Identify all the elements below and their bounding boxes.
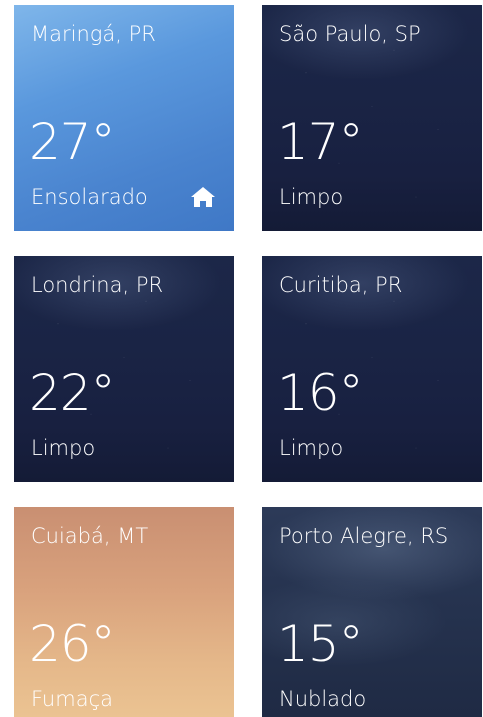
tile-temperature: 16° [277,364,364,422]
tile-temperature: 15° [277,615,364,673]
weather-tile-londrina[interactable]: Londrina, PR 22° Limpo [14,256,234,482]
tile-condition: Nublado [279,687,367,711]
tile-city-name: Cuiabá, MT [31,524,149,548]
tile-temperature: 26° [29,615,116,673]
home-icon [191,187,215,207]
tile-city-name: Porto Alegre, RS [279,524,449,548]
tile-condition: Limpo [279,436,344,460]
tile-city-name: Londrina, PR [31,273,164,297]
tile-temperature: 27° [29,113,116,171]
tile-condition: Ensolarado [31,185,148,209]
tile-city-name: Maringá, PR [31,22,156,46]
tile-condition: Limpo [31,436,96,460]
tile-temperature: 22° [29,364,116,422]
weather-tile-cuiaba[interactable]: Cuiabá, MT 26° Fumaça [14,507,234,717]
weather-tile-sao-paulo[interactable]: São Paulo, SP 17° Limpo [262,5,482,231]
tile-condition: Fumaça [31,687,113,711]
tile-city-name: Curitiba, PR [279,273,403,297]
tile-condition: Limpo [279,185,344,209]
weather-tile-maringa[interactable]: Maringá, PR 27° Ensolarado [14,5,234,231]
tile-city-name: São Paulo, SP [279,22,421,46]
tile-temperature: 17° [277,113,364,171]
weather-tile-porto-alegre[interactable]: Porto Alegre, RS 15° Nublado [262,507,482,717]
weather-tile-curitiba[interactable]: Curitiba, PR 16° Limpo [262,256,482,482]
